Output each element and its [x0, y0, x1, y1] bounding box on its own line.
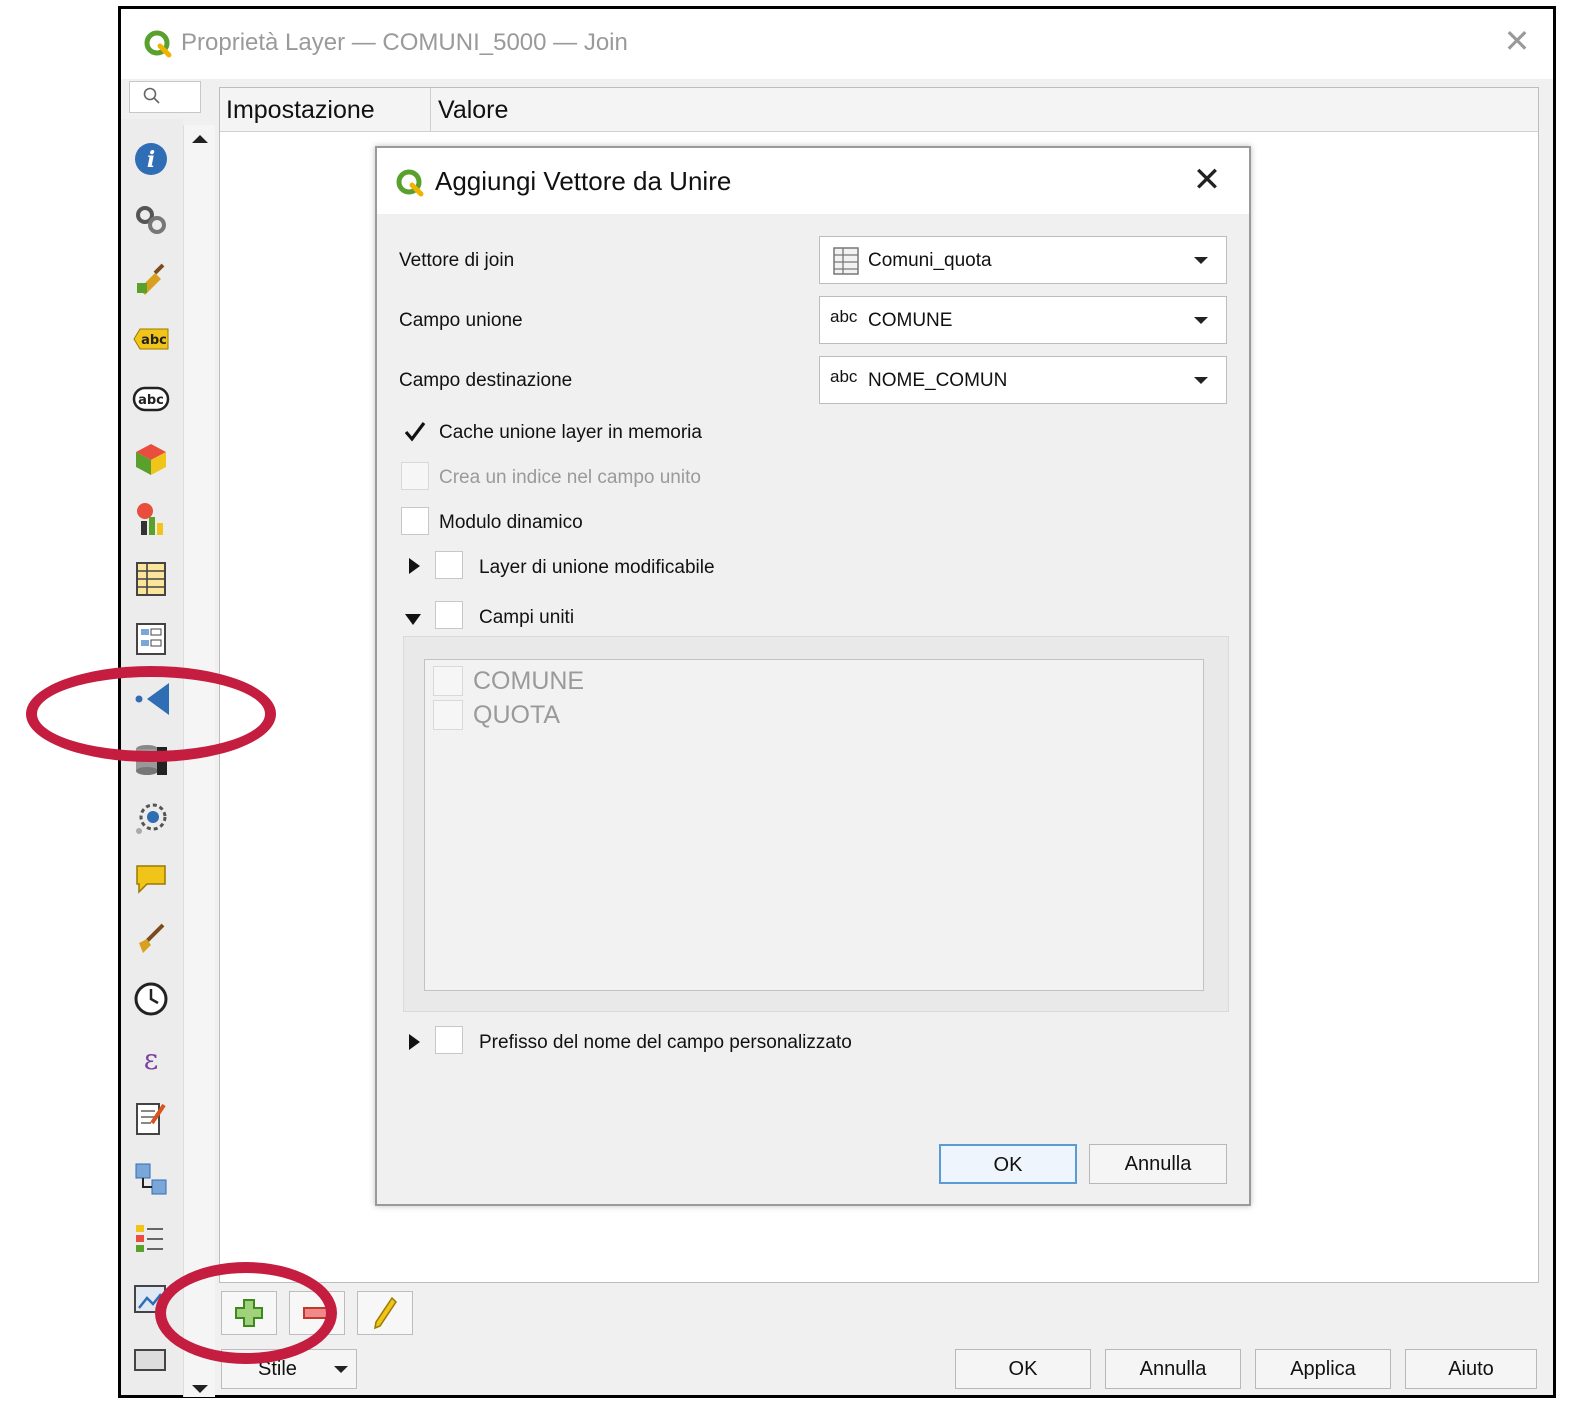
source-icon[interactable]: [131, 199, 171, 239]
cancel-button[interactable]: Annulla: [1105, 1349, 1241, 1389]
qgis-logo-icon: [396, 169, 424, 197]
dialog-title-bar: Aggiungi Vettore da Unire ✕: [377, 148, 1249, 214]
join-layer-combo[interactable]: Comuni_quota: [819, 236, 1227, 284]
scroll-up-icon[interactable]: [192, 135, 208, 143]
expand-right-icon[interactable]: [409, 1034, 420, 1050]
column-header-value[interactable]: Valore: [438, 96, 508, 125]
dependencies-icon[interactable]: [131, 1159, 171, 1199]
temporal-icon[interactable]: [131, 979, 171, 1019]
svg-text:abc: abc: [138, 393, 164, 408]
join-field-value: COMUNE: [868, 310, 953, 331]
chevron-down-icon: [334, 1366, 348, 1373]
joined-fields-label: Campi uniti: [479, 607, 575, 628]
join-layer-value: Comuni_quota: [868, 250, 992, 271]
rendering-icon[interactable]: [131, 919, 171, 959]
dialog-ok-button[interactable]: OK: [939, 1144, 1077, 1184]
close-icon[interactable]: ✕: [1185, 158, 1229, 202]
target-field-label: Campo destinazione: [399, 370, 573, 391]
join-field-label: Campo unione: [399, 310, 523, 331]
joined-fields-group: COMUNE QUOTA: [403, 636, 1229, 1012]
symbology-icon[interactable]: [131, 259, 171, 299]
field-checkbox[interactable]: [433, 666, 463, 696]
scroll-down-icon[interactable]: [192, 1385, 208, 1393]
index-label: Crea un indice nel campo unito: [439, 467, 701, 488]
cache-checkbox[interactable]: [401, 418, 429, 446]
svg-text:abc: abc: [141, 333, 167, 348]
ok-button[interactable]: OK: [955, 1349, 1091, 1389]
checkmark-icon: [404, 422, 426, 442]
close-icon[interactable]: ✕: [1497, 21, 1537, 61]
prefix-checkbox[interactable]: [435, 1026, 463, 1054]
dynamic-form-checkbox[interactable]: [401, 507, 429, 535]
field-name: QUOTA: [473, 700, 561, 729]
prefix-label: Prefisso del nome del campo personalizza…: [479, 1032, 852, 1053]
list-item[interactable]: QUOTA: [433, 700, 560, 730]
text-field-type-icon: abc: [830, 307, 858, 326]
dialog-cancel-button[interactable]: Annulla: [1089, 1144, 1227, 1184]
joins-table-header: Impostazione Valore: [220, 88, 1538, 132]
annotation-ring-joins-tab: [26, 666, 276, 762]
attributes-form-icon[interactable]: [131, 619, 171, 659]
apply-button[interactable]: Applica: [1255, 1349, 1391, 1389]
joined-fields-list: COMUNE QUOTA: [424, 659, 1204, 991]
column-divider: [430, 88, 431, 132]
editable-join-label: Layer di unione modificabile: [479, 557, 715, 578]
dialog-title: Aggiungi Vettore da Unire: [435, 166, 732, 196]
search-icon: [143, 87, 160, 104]
svg-text:i: i: [147, 147, 155, 173]
dynamic-form-label: Modulo dinamico: [439, 512, 583, 533]
index-checkbox[interactable]: [401, 462, 429, 490]
window-title-bar: Proprietà Layer — COMUNI_5000 — Join ✕: [121, 9, 1553, 79]
chevron-down-icon: [1194, 317, 1208, 324]
actions-icon[interactable]: [131, 799, 171, 839]
chevron-down-icon: [1194, 257, 1208, 264]
metadata-icon[interactable]: [131, 1099, 171, 1139]
target-field-value: NOME_COMUN: [868, 370, 1008, 391]
help-button[interactable]: Aiuto: [1405, 1349, 1537, 1389]
masks-icon[interactable]: abc: [131, 379, 171, 419]
pencil-icon: [374, 1296, 397, 1330]
editable-join-checkbox[interactable]: [435, 551, 463, 579]
edit-join-button[interactable]: [357, 1291, 413, 1335]
field-name: COMUNE: [473, 666, 585, 695]
3d-view-icon[interactable]: [131, 439, 171, 479]
window-title: Proprietà Layer — COMUNI_5000 — Join: [181, 29, 628, 56]
join-layer-label: Vettore di join: [399, 250, 515, 271]
target-field-combo[interactable]: abc NOME_COMUN: [819, 356, 1227, 404]
fields-icon[interactable]: [131, 559, 171, 599]
chevron-down-icon: [1194, 377, 1208, 384]
column-header-setting[interactable]: Impostazione: [226, 96, 375, 125]
digitizing-icon[interactable]: [131, 1339, 171, 1379]
legend-icon[interactable]: [131, 1219, 171, 1259]
tab-strip-scrollbar[interactable]: [183, 125, 215, 1397]
svg-text:ε: ε: [144, 1043, 159, 1076]
cache-label: Cache unione layer in memoria: [439, 422, 702, 443]
qgis-logo-icon: [144, 30, 172, 58]
search-input[interactable]: [129, 81, 201, 113]
labels-icon[interactable]: abc: [131, 319, 171, 359]
variables-icon[interactable]: ε: [131, 1039, 171, 1079]
table-layer-icon: [833, 247, 859, 275]
diagrams-icon[interactable]: [131, 499, 171, 539]
list-item[interactable]: COMUNE: [433, 666, 584, 696]
joined-fields-checkbox[interactable]: [435, 601, 463, 629]
collapse-down-icon[interactable]: [405, 614, 421, 625]
info-icon[interactable]: i: [131, 139, 171, 179]
add-vector-join-dialog: Aggiungi Vettore da Unire ✕ Vettore di j…: [375, 146, 1251, 1206]
text-field-type-icon: abc: [830, 367, 858, 386]
expand-right-icon[interactable]: [409, 558, 420, 574]
display-icon[interactable]: [131, 859, 171, 899]
annotation-ring-add-button: [155, 1262, 337, 1364]
field-checkbox[interactable]: [433, 700, 463, 730]
join-field-combo[interactable]: abc COMUNE: [819, 296, 1227, 344]
